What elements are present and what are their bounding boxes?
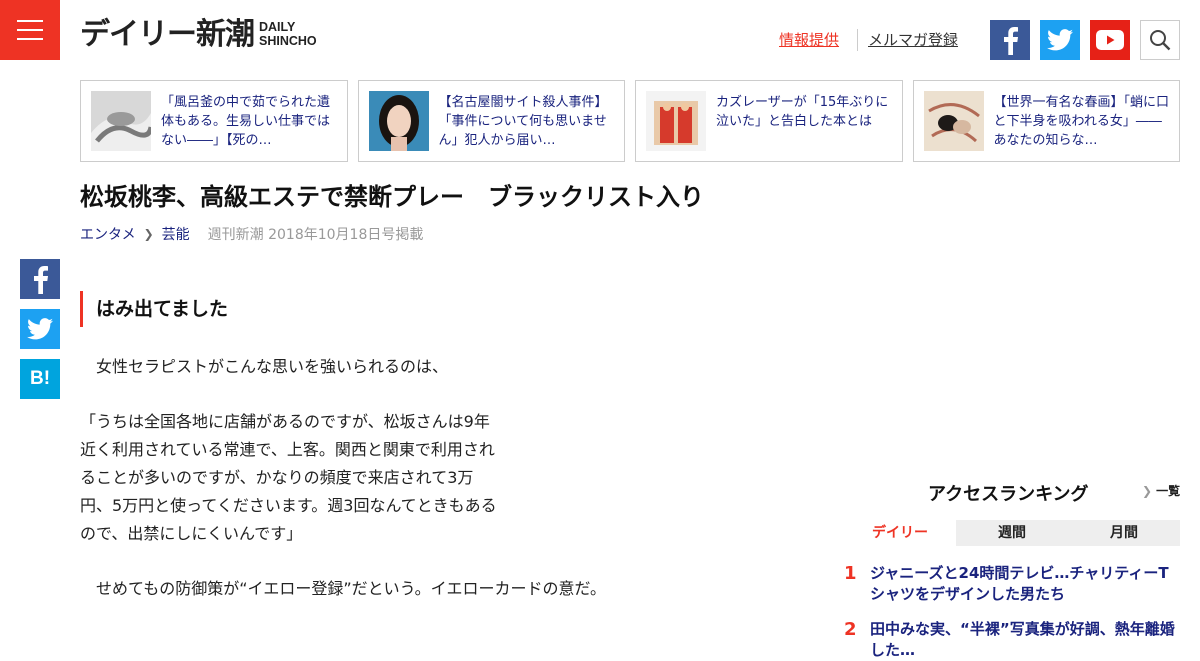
chevron-right-icon: ❯ — [1142, 484, 1153, 498]
logo-english: DAILY SHINCHO — [259, 20, 317, 48]
menu-button[interactable] — [0, 0, 60, 60]
facebook-button[interactable] — [990, 20, 1030, 60]
related-card-title: カズレーザーが「15年ぶりに泣いた」と告白した本とは — [716, 95, 889, 129]
hamburger-icon-line — [17, 38, 43, 40]
logo-japanese: デイリー新潮 — [80, 17, 255, 52]
share-facebook-button[interactable] — [20, 259, 60, 299]
search-button[interactable] — [1140, 20, 1180, 60]
related-articles: 「風呂釜の中で茹でられた遺体もある。生易しい仕事ではない――」【死の… 【名古屋… — [80, 80, 1180, 162]
ranking-view-all-label: 一覧 — [1156, 484, 1181, 498]
site-logo[interactable]: デイリー新潮 DAILY SHINCHO — [80, 17, 317, 61]
ranking-number: 1 — [844, 563, 857, 584]
publication-info: 週刊新潮 2018年10月18日号掲載 — [207, 227, 424, 243]
article-paragraph: 女性セラピストがこんな思いを強いられるのは、 — [80, 357, 449, 376]
breadcrumb-subcategory[interactable]: 芸能 — [162, 224, 190, 244]
chevron-right-icon: ❯ — [143, 227, 154, 241]
hamburger-icon-line — [17, 29, 43, 31]
related-card[interactable]: 「風呂釜の中で茹でられた遺体もある。生易しい仕事ではない――」【死の… — [80, 80, 348, 162]
logo-english-line2: SHINCHO — [259, 34, 317, 48]
twitter-icon — [1047, 29, 1073, 51]
newsletter-signup-link[interactable]: メルマガ登録 — [868, 29, 958, 50]
breadcrumb: エンタメ ❯ 芸能 週刊新潮 2018年10月18日号掲載 — [80, 224, 423, 244]
tab-monthly[interactable]: 月間 — [1068, 520, 1180, 546]
related-card[interactable]: 【名古屋闇サイト殺人事件】「事件について何も思いません」犯人から届い… — [357, 80, 625, 162]
ranking-title: アクセスランキング — [928, 484, 1089, 505]
facebook-icon — [1004, 27, 1018, 55]
facebook-icon — [34, 266, 48, 294]
share-twitter-button[interactable] — [20, 309, 60, 349]
article-paragraph: せめてもの防御策が“イエロー登録”だという。イエローカードの意だ。 — [80, 579, 607, 598]
related-thumbnail — [923, 91, 984, 151]
article-paragraph: 「うちは全国各地に店舗があるのですが、松坂さんは9年近く利用されている常連で、上… — [80, 412, 497, 543]
ranking-item[interactable]: 1 ジャニーズと24時間テレビ…チャリティーTシャツをデザインした男たち — [844, 563, 1184, 605]
related-thumbnail — [646, 91, 706, 151]
related-card-title: 【名古屋闇サイト殺人事件】「事件について何も思いません」犯人から届い… — [438, 95, 608, 148]
ranking-item-title: ジャニーズと24時間テレビ…チャリティーTシャツをデザインした男たち — [870, 564, 1169, 603]
related-thumbnail — [91, 91, 151, 151]
tab-daily[interactable]: デイリー — [844, 520, 956, 546]
article-title: 松坂桃李、高級エステで禁断プレー ブラックリスト入り — [80, 183, 704, 211]
ranking-item-title: 田中みな実、“半裸”写真集が好調、熱年離婚した… — [870, 620, 1175, 659]
twitter-icon — [27, 318, 53, 340]
logo-english-line1: DAILY — [259, 20, 296, 34]
youtube-button[interactable] — [1090, 20, 1130, 60]
ranking-view-all-link[interactable]: ❯ 一覧 — [1142, 482, 1180, 499]
twitter-button[interactable] — [1040, 20, 1080, 60]
info-submit-link[interactable]: 情報提供 — [779, 29, 839, 50]
ranking-item[interactable]: 2 田中みな実、“半裸”写真集が好調、熱年離婚した… — [844, 619, 1184, 661]
ranking-tabs: デイリー 週間 月間 — [844, 520, 1180, 546]
share-hatena-button[interactable]: B! — [20, 359, 60, 399]
related-card[interactable]: カズレーザーが「15年ぶりに泣いた」と告白した本とは — [635, 80, 903, 162]
header-divider — [857, 29, 858, 51]
related-card-title: 【世界一有名な春画】「蛸に口と下半身を吸われる女」――あなたの知らな… — [993, 95, 1170, 148]
related-card[interactable]: 【世界一有名な春画】「蛸に口と下半身を吸われる女」――あなたの知らな… — [912, 80, 1180, 162]
related-card-title: 「風呂釜の中で茹でられた遺体もある。生易しい仕事ではない――」【死の… — [161, 95, 331, 148]
search-icon — [1150, 30, 1171, 51]
tab-weekly[interactable]: 週間 — [956, 520, 1068, 546]
breadcrumb-category[interactable]: エンタメ — [80, 224, 136, 244]
youtube-icon — [1096, 30, 1124, 50]
hamburger-icon-line — [17, 20, 43, 22]
section-heading: はみ出てました — [80, 291, 228, 327]
related-thumbnail — [368, 91, 429, 151]
ranking-number: 2 — [844, 619, 857, 640]
